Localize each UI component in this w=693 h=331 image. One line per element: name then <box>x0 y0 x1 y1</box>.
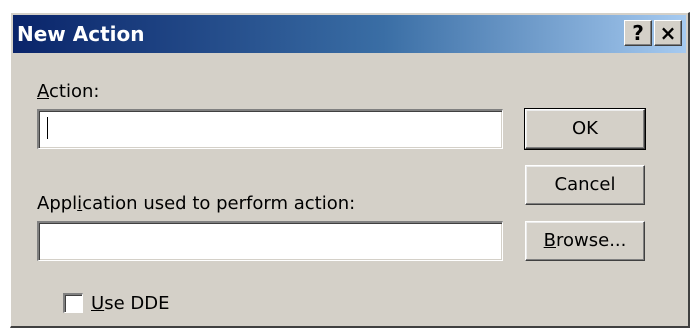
new-action-dialog: New Action ? × Action: Application used … <box>10 12 690 328</box>
text-caret <box>47 117 48 139</box>
use-dde-checkbox[interactable] <box>63 293 83 313</box>
cancel-button[interactable]: Cancel <box>525 165 645 205</box>
title-bar[interactable]: New Action ? × <box>13 15 686 53</box>
browse-button[interactable]: Browse... <box>525 221 645 261</box>
use-dde-label-mnemonic: U <box>91 293 105 314</box>
application-label: Application used to perform action: <box>37 193 355 215</box>
application-input[interactable] <box>37 221 503 261</box>
use-dde-label-text: se DDE <box>104 293 170 314</box>
action-label-mnemonic: A <box>37 81 49 102</box>
dialog-title: New Action <box>17 22 145 46</box>
application-label-pre: Appl <box>37 193 78 214</box>
browse-button-mnemonic: B <box>543 230 556 251</box>
use-dde-label[interactable]: Use DDE <box>91 293 169 315</box>
action-label: Action: <box>37 81 99 103</box>
application-label-post: cation used to perform action: <box>82 193 356 214</box>
ok-button[interactable]: OK <box>524 108 646 150</box>
action-input[interactable] <box>37 109 503 149</box>
help-button[interactable]: ? <box>624 20 652 46</box>
action-label-text: ction: <box>49 81 100 102</box>
close-button[interactable]: × <box>654 20 682 46</box>
browse-button-label: rowse... <box>556 230 627 251</box>
